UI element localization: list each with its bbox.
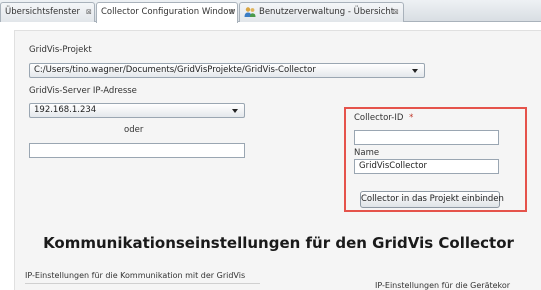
embed-collector-button[interactable]: Collector in das Projekt einbinden (360, 191, 504, 208)
ip-settings-gridvis-label: IP-Einstellungen für die Kommunikation m… (25, 271, 246, 280)
server-ip-value: 192.168.1.234 (34, 105, 97, 115)
chevron-down-icon (412, 69, 418, 73)
name-input[interactable]: GridVisCollector (354, 159, 499, 174)
server-ip-label: GridVis-Server IP-Adresse (29, 86, 137, 96)
name-value: GridVisCollector (359, 161, 428, 171)
chevron-down-icon (232, 109, 238, 113)
tab-label: Benutzerverwaltung - Übersicht (259, 7, 395, 17)
project-select-value: C:/Users/tino.wagner/Documents/GridVisPr… (34, 65, 316, 75)
tab-collector-configuration[interactable]: Collector Configuration Window ⊠ (96, 2, 238, 23)
collector-id-input[interactable] (354, 130, 499, 145)
name-label: Name (354, 148, 380, 158)
tab-close-icon[interactable]: ⊠ (86, 3, 92, 21)
ip-settings-devices-label: IP-Einstellungen für die Gerätekor (375, 281, 511, 290)
tab-close-icon[interactable]: ⊠ (229, 3, 235, 21)
tab-close-icon[interactable]: ⊠ (393, 3, 399, 21)
tab-uebersichtsfenster[interactable]: Übersichtsfenster ⊠ (0, 2, 95, 22)
or-label: oder (124, 125, 144, 135)
server-ip-select[interactable]: 192.168.1.234 (29, 103, 245, 118)
collector-id-label-text: Collector-ID (354, 113, 404, 123)
tab-label: Übersichtsfenster (5, 7, 81, 17)
tab-benutzerverwaltung[interactable]: Benutzerverwaltung - Übersicht ⊠ (239, 2, 404, 22)
required-mark: * (409, 113, 414, 123)
editor-tab-bar: Übersichtsfenster ⊠ Collector Configurat… (0, 0, 541, 23)
alternative-address-input[interactable] (29, 143, 245, 158)
collector-id-label: Collector-ID * (354, 113, 413, 123)
group-divider (25, 283, 260, 284)
project-label: GridVis-Projekt (29, 45, 92, 55)
communication-settings-heading: Kommunikationseinstellungen für den Grid… (43, 234, 514, 252)
tab-label: Collector Configuration Window (101, 7, 236, 17)
collector-configuration-panel: GridVis-Projekt C:/Users/tino.wagner/Doc… (14, 30, 541, 290)
users-icon (244, 7, 256, 17)
project-select[interactable]: C:/Users/tino.wagner/Documents/GridVisPr… (29, 63, 425, 78)
